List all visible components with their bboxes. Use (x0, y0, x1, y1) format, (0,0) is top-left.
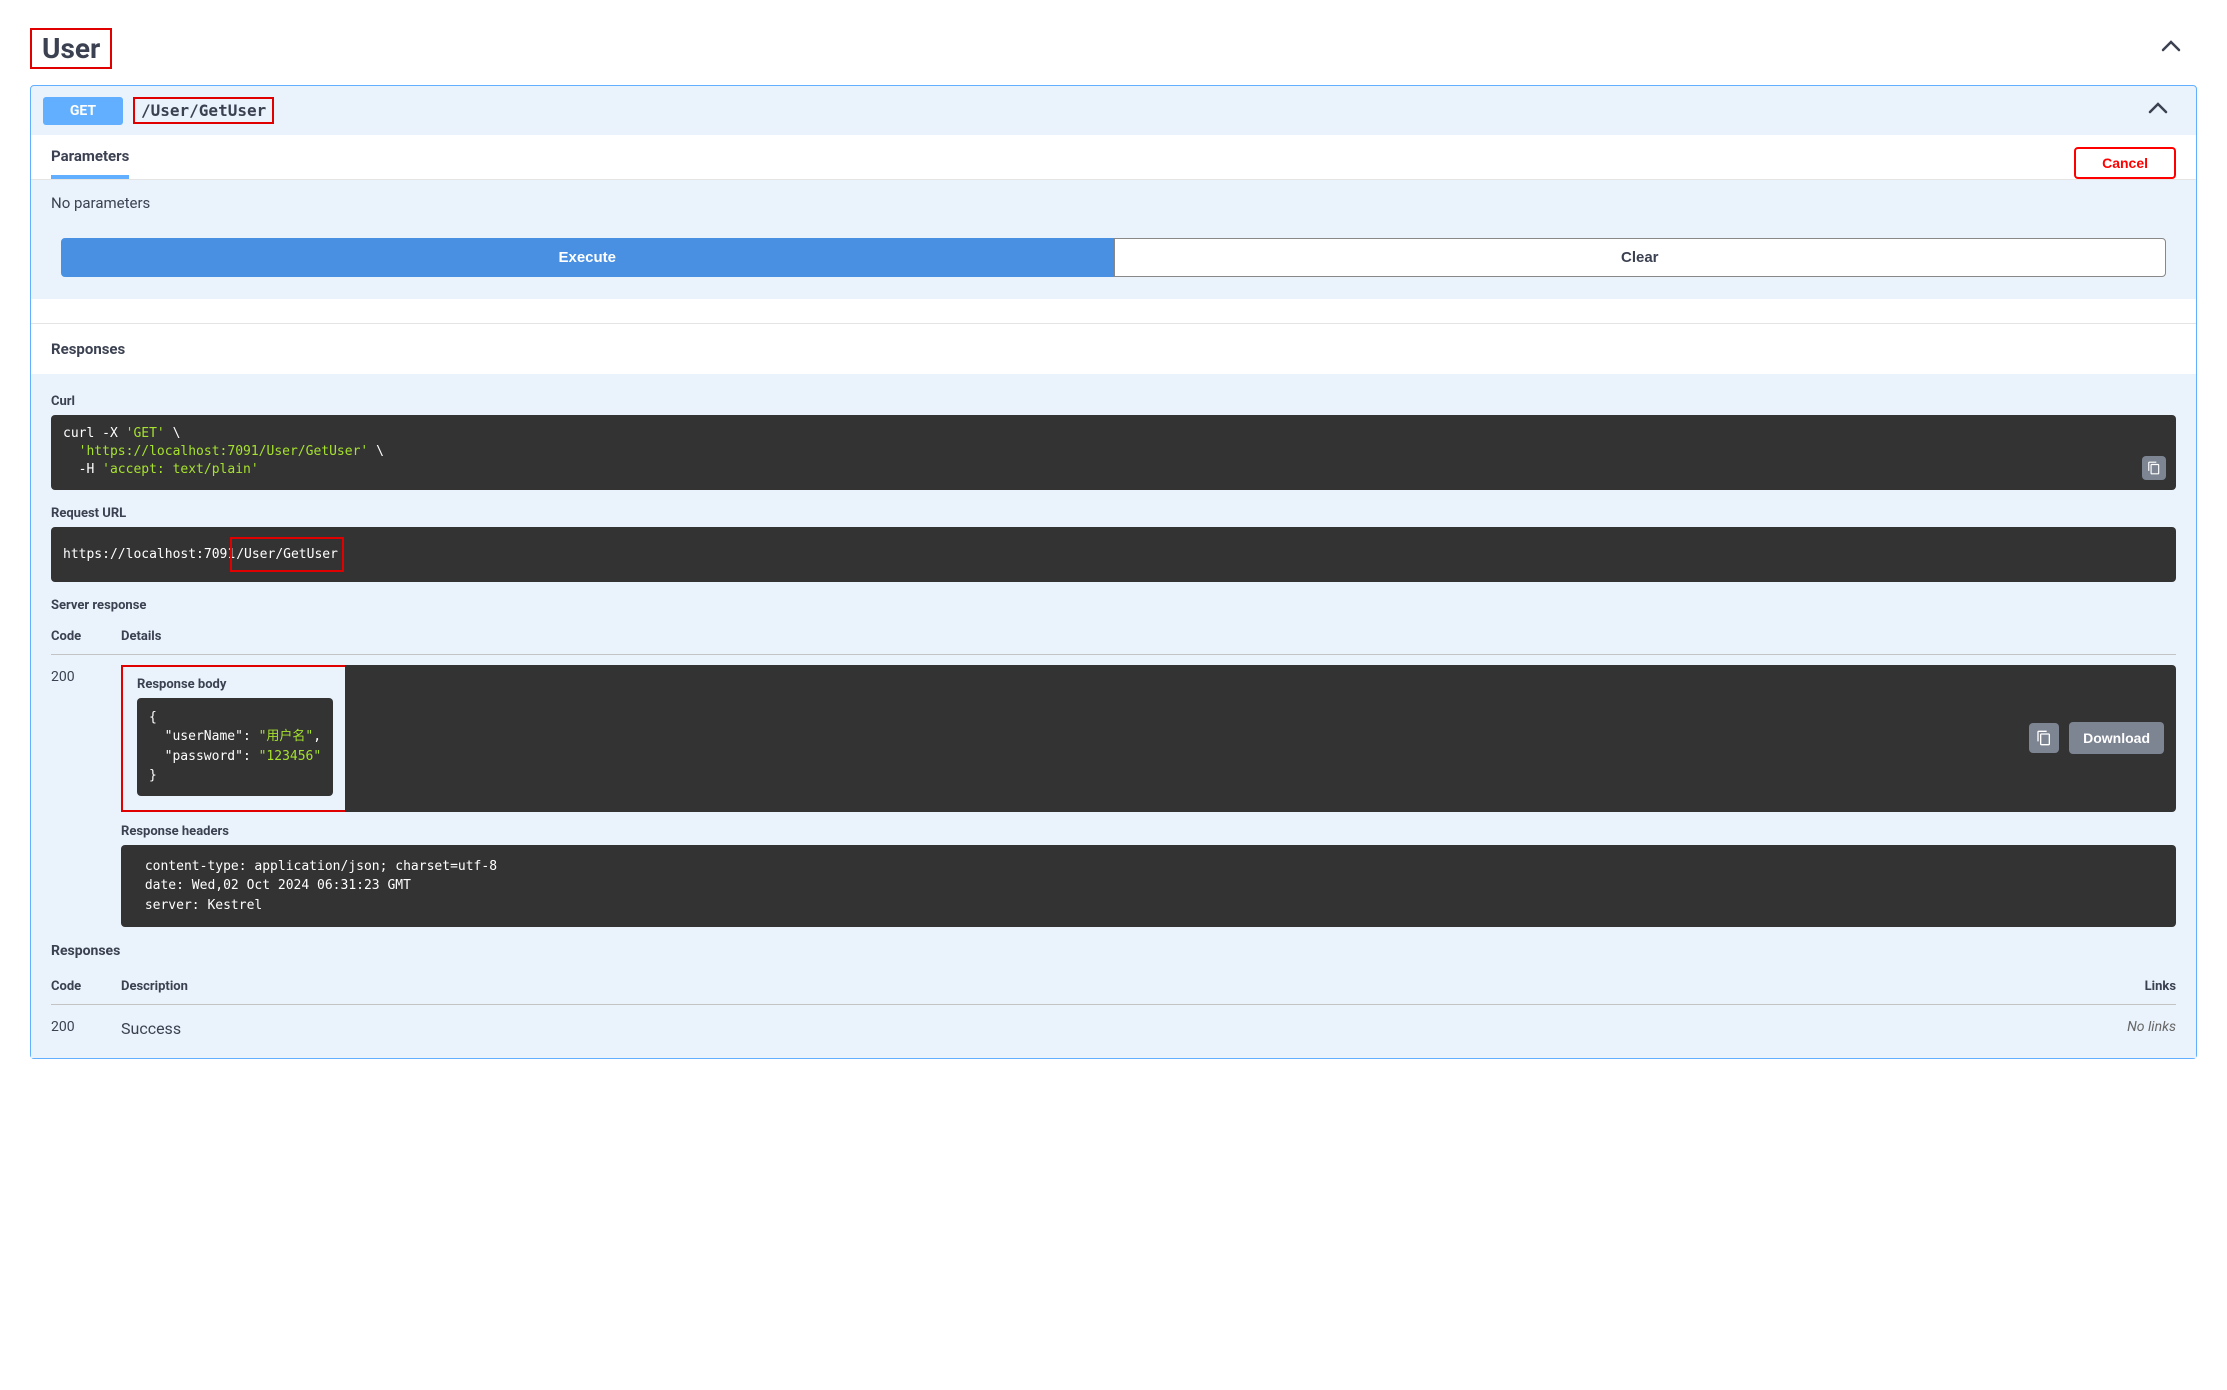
details-column-header: Details (121, 619, 2176, 655)
curl-block: curl -X 'GET' \ 'https://localhost:7091/… (51, 415, 2176, 490)
doc-links-header: Links (2096, 969, 2176, 1005)
code-column-header: Code (51, 619, 121, 655)
endpoint-path: /User/GetUser (133, 97, 274, 124)
request-url-block: https://localhost:7091/User/GetUser (51, 527, 2176, 582)
documented-responses-grid: Code Description Links 200 Success No li… (51, 963, 2176, 1038)
parameters-content: No parameters Execute Clear (31, 179, 2196, 299)
parameters-tab[interactable]: Parameters (51, 147, 129, 179)
request-url-prefix: https://localhost:7091 (63, 547, 235, 562)
operation-body: Parameters Cancel No parameters Execute … (31, 135, 2196, 1058)
curl-slash2: \ (368, 444, 384, 459)
response-headers-block: content-type: application/json; charset=… (121, 845, 2176, 928)
response-body-label: Response body (137, 677, 333, 692)
responses-header: Responses (31, 323, 2196, 374)
curl-prefix: curl -X (63, 426, 126, 441)
section-title: User (30, 28, 112, 69)
copy-icon[interactable] (2142, 456, 2166, 480)
server-response-label: Server response (51, 598, 2176, 613)
response-body-actions: Download (345, 665, 2176, 812)
json-key1: "userName" (165, 729, 243, 744)
operation-summary[interactable]: GET /User/GetUser (31, 86, 2196, 135)
curl-hflag: -H (63, 462, 102, 477)
response-headers-label: Response headers (121, 824, 2176, 839)
server-response-grid: Code Details 200 Response body { "userNa… (51, 619, 2176, 928)
responses-content: Curl curl -X 'GET' \ 'https://localhost:… (31, 374, 2196, 1058)
chevron-up-icon[interactable] (2132, 94, 2184, 127)
doc-description-value: Success (121, 1005, 2096, 1038)
download-button[interactable]: Download (2069, 722, 2164, 754)
response-details: Response body { "userName": "用户名", "pass… (121, 655, 2176, 928)
json-val1: "用户名" (259, 729, 314, 744)
curl-slash: \ (165, 426, 181, 441)
curl-label: Curl (51, 394, 2176, 409)
copy-icon[interactable] (2029, 723, 2059, 753)
parameters-header: Parameters Cancel (31, 135, 2196, 179)
doc-links-value: No links (2096, 1005, 2176, 1038)
response-body-block: { "userName": "用户名", "password": "123456… (137, 698, 333, 796)
request-url-label: Request URL (51, 506, 2176, 521)
doc-code-header: Code (51, 969, 121, 1005)
request-url-highlighted: /User/GetUser (230, 537, 344, 572)
cancel-button[interactable]: Cancel (2074, 147, 2176, 179)
execute-button[interactable]: Execute (61, 238, 1114, 277)
curl-url: 'https://localhost:7091/User/GetUser' (79, 444, 369, 459)
json-key2: "password" (165, 749, 243, 764)
doc-description-header: Description (121, 969, 2096, 1005)
no-parameters-text: No parameters (51, 194, 2176, 212)
json-val2: "123456" (259, 749, 322, 764)
curl-header: 'accept: text/plain' (102, 462, 259, 477)
documented-responses-label: Responses (51, 943, 2176, 959)
operation-block: GET /User/GetUser Parameters Cancel No p… (30, 85, 2197, 1059)
curl-method: 'GET' (126, 426, 165, 441)
operation-summary-left: GET /User/GetUser (43, 97, 274, 125)
status-code-value: 200 (51, 655, 121, 928)
doc-code-value: 200 (51, 1005, 121, 1038)
execute-row: Execute Clear (51, 238, 2176, 277)
response-body-highlighted: Response body { "userName": "用户名", "pass… (121, 665, 349, 812)
json-open: { (149, 710, 157, 725)
section-header[interactable]: User (30, 20, 2197, 77)
http-method-badge: GET (43, 97, 123, 125)
chevron-up-icon[interactable] (2145, 32, 2197, 65)
json-close: } (149, 768, 157, 783)
clear-button[interactable]: Clear (1114, 238, 2167, 277)
response-body-row: Response body { "userName": "用户名", "pass… (121, 665, 2176, 812)
